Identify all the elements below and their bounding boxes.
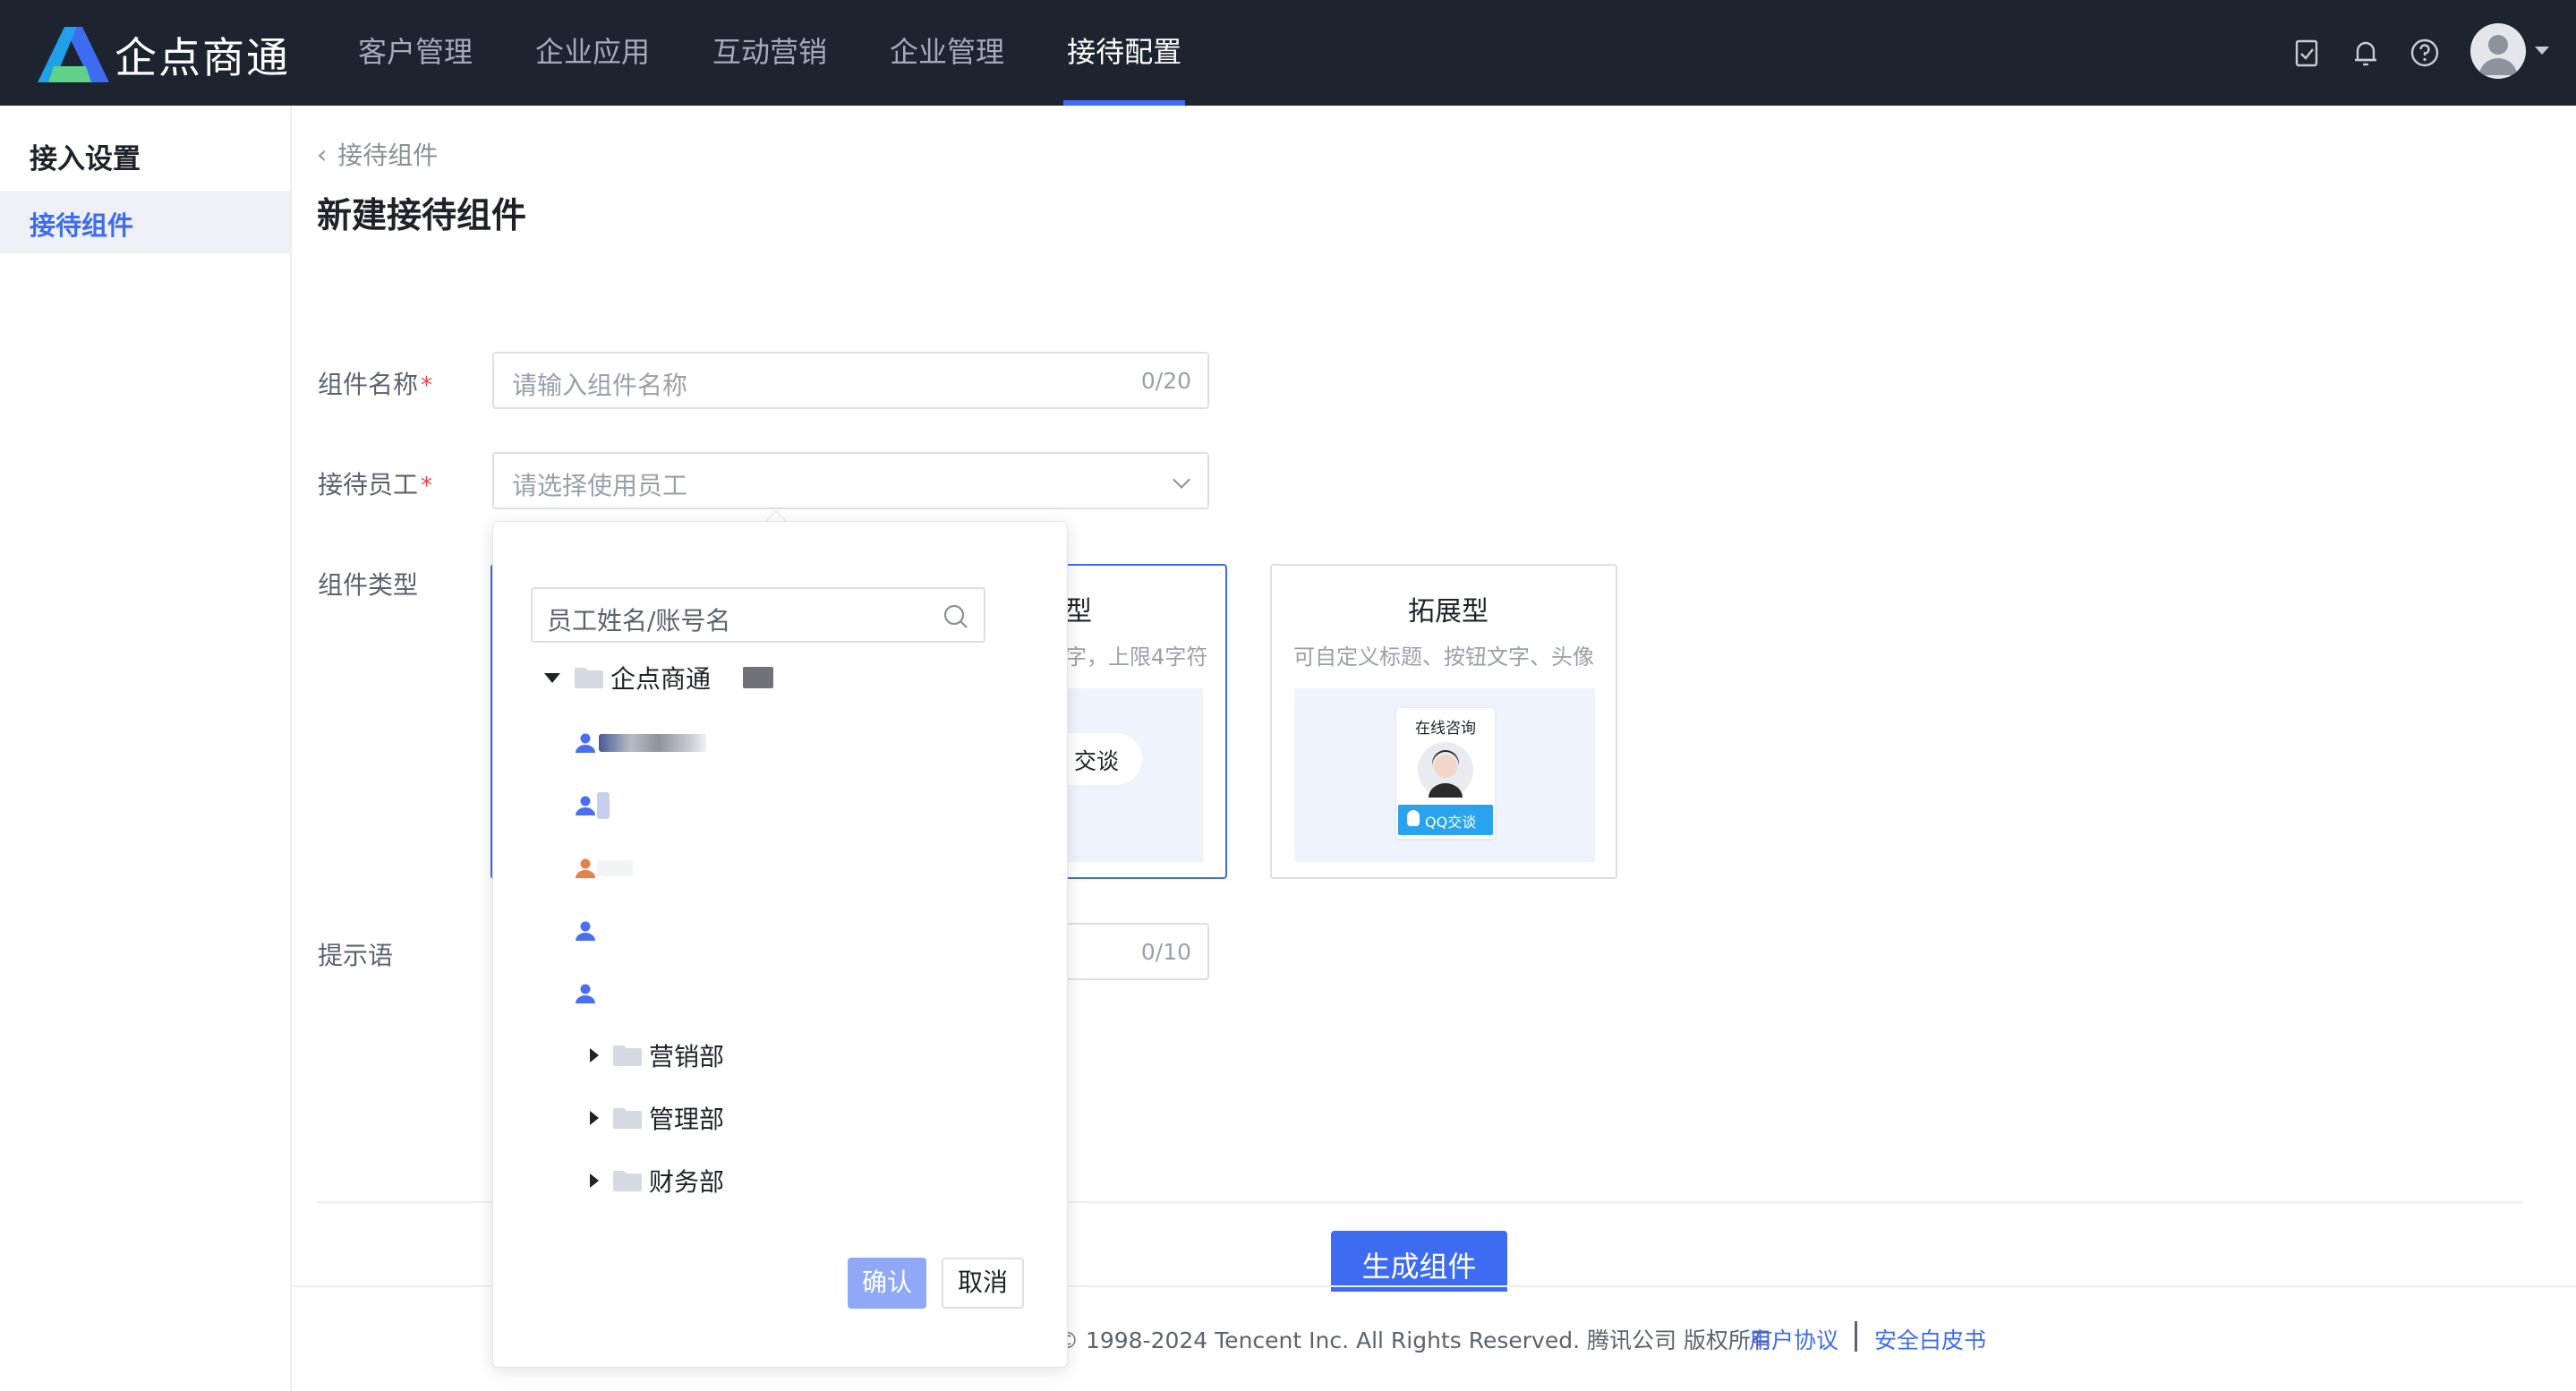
tip-char-count: 0/10 [1140,939,1191,965]
type-label: 组件类型 [318,570,419,600]
avatar-person-icon [2479,35,2517,75]
folder-icon [613,1108,642,1129]
folder-icon [613,1045,642,1066]
agent-avatar-icon [1418,742,1473,798]
card-title: 型 [1065,596,1092,627]
required-mark: * [421,372,433,399]
main-nav: 客户管理 企业应用 互动营销 企业管理 接待配置 [358,0,1244,106]
tree-staff-item[interactable] [574,846,633,891]
preview-button-text: QQ交谈 [1425,814,1477,831]
card-title: 拓展型 [1408,596,1488,627]
expand-caret-icon[interactable] [544,672,560,683]
name-label-text: 组件名称 [318,370,419,399]
tree-label: 管理部 [649,1105,725,1134]
type-card-extended[interactable]: 拓展型 可自定义标题、按钮文字、头像 在线咨询 QQ交谈 [1270,564,1617,879]
name-char-count: 0/20 [1140,368,1191,394]
folder-icon [613,1171,642,1191]
person-icon [576,858,595,878]
tip-label: 提示语 [318,941,394,970]
preview-chat-text: 交谈 [1074,748,1120,774]
preview-qq-button: QQ交谈 [1398,805,1493,835]
chevron-left-icon: ‹ [317,139,328,169]
confirm-button[interactable]: 确认 [848,1258,926,1309]
component-name-input[interactable]: 请输入组件名称 0/20 [492,352,1209,409]
staff-label-text: 接待员工 [318,470,419,499]
redacted-name [599,734,706,752]
footer-separator [1855,1321,1857,1352]
top-nav-bar: 企点商通 客户管理 企业应用 互动营销 企业管理 接待配置 [0,0,2576,106]
cancel-button[interactable]: 取消 [942,1258,1024,1309]
person-icon [576,796,595,815]
card-desc: 可自定义标题、按钮文字、头像 [1293,644,1594,670]
tree-node-root[interactable]: 企点商通 [544,655,774,700]
chevron-down-icon[interactable] [2535,47,2549,55]
bell-icon[interactable] [2350,38,2381,68]
name-label: 组件名称 * [318,365,432,401]
chevron-down-icon [1173,471,1190,489]
tree-staff-item[interactable] [574,721,706,765]
staff-select[interactable]: 请选择使用员工 [492,452,1209,509]
tree-node-finance[interactable]: 财务部 [590,1158,724,1203]
redacted-name [597,860,633,876]
preview-title: 在线咨询 [1415,720,1476,738]
staff-picker-dropdown: 员工姓名/账号名 企点商通 营销部 管理部 财务部 确认 取消 [492,521,1068,1368]
person-icon [576,984,595,1003]
logo-icon [38,26,109,82]
required-mark: * [421,473,433,499]
footer-link-security-whitepaper[interactable]: 安全白皮书 [1874,1323,1986,1355]
search-placeholder: 员工姓名/账号名 [547,606,731,636]
brand-name: 企点商通 [115,34,290,83]
preview-widget: 在线咨询 QQ交谈 [1396,708,1495,839]
nav-item-enterprise-apps[interactable]: 企业应用 [535,0,650,106]
logo[interactable]: 企点商通 [38,23,290,85]
redacted-name [597,792,610,819]
name-placeholder: 请输入组件名称 [512,371,688,400]
tree-node-marketing[interactable]: 营销部 [590,1033,724,1078]
tree-staff-item[interactable] [574,783,610,828]
card-preview: 交谈 [1047,688,1203,862]
person-icon [576,733,595,753]
tree-staff-item[interactable] [574,909,597,953]
expand-caret-icon[interactable] [590,1048,599,1062]
card-preview: 在线咨询 QQ交谈 [1294,688,1595,862]
nav-item-marketing[interactable]: 互动营销 [712,0,827,106]
staff-placeholder: 请选择使用员工 [512,471,688,500]
expand-caret-icon[interactable] [590,1173,599,1188]
nav-item-reception-config[interactable]: 接待配置 [1063,0,1186,106]
page-title: 新建接待组件 [317,196,527,236]
help-icon[interactable] [2410,38,2440,68]
qq-icon [1407,810,1420,826]
person-icon [576,921,595,941]
task-check-icon[interactable] [2291,38,2322,68]
folder-icon [575,668,603,688]
tree-label: 企点商通 [610,664,712,694]
footer-link-user-agreement[interactable]: 用户协议 [1749,1323,1838,1355]
sidebar: 接入设置 接待组件 [0,106,292,1391]
generate-component-button[interactable]: 生成组件 [1331,1231,1507,1292]
breadcrumb-label: 接待组件 [337,141,439,170]
card-desc: 字，上限4字符 [1065,644,1208,670]
sidebar-item-label: 接待组件 [30,210,134,241]
user-avatar[interactable] [2470,23,2526,79]
nav-item-enterprise-mgmt[interactable]: 企业管理 [890,0,1004,106]
sidebar-item-reception-widget[interactable]: 接待组件 [0,191,290,253]
footer-copyright: © 1998-2024 Tencent Inc. All Rights Rese… [1056,1327,1773,1353]
expand-caret-icon[interactable] [590,1111,599,1125]
tree-staff-item[interactable] [574,971,597,1016]
breadcrumb[interactable]: ‹ 接待组件 [317,136,438,172]
redacted-badge [743,667,774,688]
staff-search-input[interactable]: 员工姓名/账号名 [531,587,985,643]
tree-node-management[interactable]: 管理部 [590,1096,724,1140]
search-icon[interactable] [943,603,969,630]
nav-item-customer[interactable]: 客户管理 [358,0,473,106]
sidebar-title: 接入设置 [30,143,141,175]
tree-label: 营销部 [649,1042,725,1071]
staff-label: 接待员工 * [318,465,432,501]
tree-label: 财务部 [649,1167,725,1197]
